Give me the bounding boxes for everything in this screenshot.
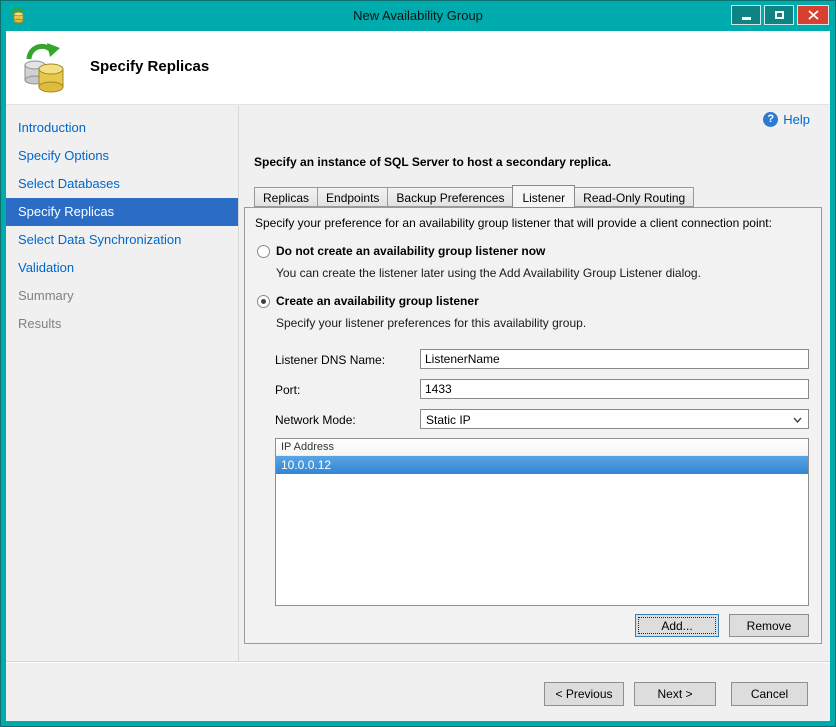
previous-button[interactable]: < Previous [544, 682, 624, 706]
listener-tab-panel: Specify your preference for an availabil… [244, 207, 822, 644]
dns-name-row: Listener DNS Name: [275, 349, 809, 369]
sidebar-item-introduction[interactable]: Introduction [6, 114, 238, 142]
radio-create-listener[interactable]: Create an availability group listener [257, 294, 479, 308]
main-content: ? Help Specify an instance of SQL Server… [240, 106, 830, 661]
radio-create-listener-description: Specify your listener preferences for th… [276, 316, 587, 330]
port-label: Port: [275, 383, 301, 397]
remove-button[interactable]: Remove [729, 614, 809, 637]
tab-replicas[interactable]: Replicas [254, 187, 319, 207]
window-title: New Availability Group [353, 8, 483, 23]
close-button[interactable] [797, 5, 829, 25]
wizard-footer: < Previous Next > Cancel [6, 661, 830, 721]
tab-backup-preferences[interactable]: Backup Preferences [387, 187, 514, 207]
sidebar-item-select-data-synchronization[interactable]: Select Data Synchronization [6, 226, 238, 254]
radio-no-listener-description: You can create the listener later using … [276, 266, 701, 280]
client-area: Specify Replicas Introduction Specify Op… [6, 31, 830, 721]
radio-no-listener-circle [257, 244, 270, 258]
minimize-button[interactable] [731, 5, 761, 25]
network-mode-value: Static IP [426, 413, 471, 427]
radio-no-listener[interactable]: Do not create an availability group list… [257, 244, 545, 258]
ip-address-column-header[interactable]: IP Address [276, 439, 808, 456]
maximize-button[interactable] [764, 5, 794, 25]
ip-address-row[interactable]: 10.0.0.12 [276, 456, 808, 474]
listener-preference-text: Specify your preference for an availabil… [255, 216, 772, 230]
minimize-icon [741, 16, 751, 20]
dns-name-input[interactable] [420, 349, 809, 369]
wizard-steps-sidebar: Introduction Specify Options Select Data… [6, 106, 239, 661]
network-mode-row: Network Mode: Static IP [275, 409, 809, 429]
ip-address-listbox[interactable]: IP Address 10.0.0.12 [275, 438, 809, 606]
help-icon: ? [763, 112, 779, 127]
port-row: Port: [275, 379, 809, 399]
network-mode-label: Network Mode: [275, 413, 356, 427]
add-button[interactable]: Add... [635, 614, 719, 637]
sidebar-item-validation[interactable]: Validation [6, 254, 238, 282]
maximize-icon [774, 11, 784, 19]
help-button[interactable]: ? Help [763, 112, 810, 127]
radio-create-listener-label: Create an availability group listener [276, 294, 479, 308]
sidebar-item-specify-options[interactable]: Specify Options [6, 142, 238, 170]
wizard-header: Specify Replicas [6, 31, 830, 105]
sidebar-item-select-databases[interactable]: Select Databases [6, 170, 238, 198]
cancel-button[interactable]: Cancel [731, 682, 808, 706]
port-input[interactable] [420, 379, 809, 399]
sidebar-item-specify-replicas[interactable]: Specify Replicas [6, 198, 238, 226]
chevron-down-icon [793, 417, 802, 423]
sidebar-item-summary: Summary [18, 288, 74, 303]
radio-no-listener-label: Do not create an availability group list… [276, 244, 546, 258]
page-title: Specify Replicas [90, 58, 210, 75]
availability-group-icon [24, 43, 64, 93]
tab-strip: Replicas Endpoints Backup Preferences Li… [254, 185, 818, 208]
dns-name-label: Listener DNS Name: [275, 353, 386, 367]
tab-endpoints[interactable]: Endpoints [317, 187, 389, 207]
instruction-text: Specify an instance of SQL Server to hos… [254, 155, 612, 169]
network-mode-select[interactable]: Static IP [420, 409, 809, 429]
title-bar: New Availability Group [1, 1, 835, 31]
radio-create-listener-circle [257, 294, 270, 308]
close-icon [807, 10, 819, 20]
tab-listener[interactable]: Listener [512, 185, 576, 208]
next-button[interactable]: Next > [634, 682, 716, 706]
window-controls [731, 5, 829, 25]
help-label: Help [783, 112, 810, 127]
wizard-window: New Availability Group Specify Replicas … [0, 0, 836, 727]
tab-read-only-routing[interactable]: Read-Only Routing [574, 187, 695, 207]
sidebar-item-results: Results [18, 316, 62, 331]
